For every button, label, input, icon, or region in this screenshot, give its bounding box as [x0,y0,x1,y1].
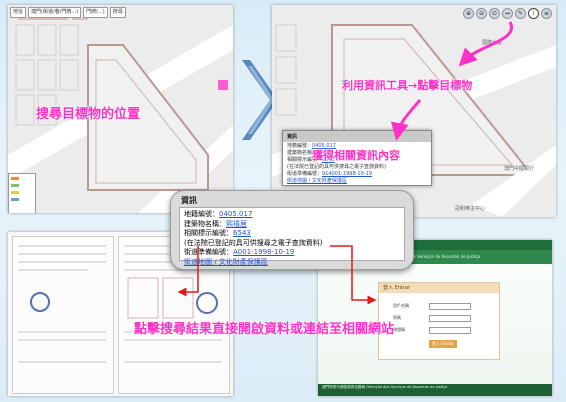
login-box: 登入 Entrar 用戶名稱 密碼 驗證碼 登入 Entrar [378,282,500,360]
info-row: (在法院已登記的具可供搜尋之電子查詢資料) [184,238,323,247]
map-search-pane[interactable]: 地址 澳門(街道/巷/門牌...) 門牌(...) 搜尋 搜尋目標物的位置 [8,5,233,213]
slide-background: 地址 澳門(街道/巷/門牌...) 門牌(...) 搜尋 搜尋目標物的位置 ⊕ … [0,0,566,402]
info-row: 建築物名稱：熙禧居 [184,219,247,228]
info-row: 街道準備編號：A001-1998-10-19 [184,248,295,256]
info-row: 地籍編號：0405.017 [184,210,253,218]
login-button[interactable]: 登入 Entrar [429,340,457,348]
info-tool-icon[interactable]: i [528,8,539,19]
pass-label: 密碼 [393,315,401,320]
street-input[interactable]: 澳門(街道/巷/門牌...) [28,7,82,18]
info-row: (在法院已登記的具可供搜尋之電子查詢資料) [287,164,386,170]
map-link[interactable]: 街道地圖 / 文化財產保護區 [184,258,268,266]
info-row: 街道地圖 / 文化財產保護區 [283,177,431,184]
target-marker[interactable] [218,80,228,90]
info-large-body: 地籍編號：0405.017 建築物名稱：熙禧居 相關標示編號：6543 (在法院… [179,207,405,266]
code-label: 驗證碼 [393,327,405,332]
caption-search: 搜尋目標物的位置 [36,107,141,122]
password-field[interactable] [429,315,471,322]
locate-icon[interactable]: ⊙ [489,8,500,19]
caption-use-tool: 利用資訊工具→點擊目標物 [342,79,473,92]
layers-icon[interactable]: ≡ [541,8,552,19]
map-tools-bar: ⊕ ⊖ ⊙ ↔ ✎ i ≡ [463,8,552,19]
caption-open-result: 點擊搜尋結果直接開啟資料或連結至相關網站 [134,322,395,337]
site-footer: 澳門特別行政區政府法務局 Direcção dos Serviços de As… [318,384,552,396]
info-large-title: 資訊 [181,196,197,205]
zoom-out-icon[interactable]: ⊖ [476,8,487,19]
chevron-right-icon [242,60,274,140]
info-popup-large: 資訊 地籍編號：0405.017 建築物名稱：熙禧居 相關標示編號：6543 (… [170,190,414,270]
map1-toolbar: 地址 澳門(街道/巷/門牌...) 門牌(...) 搜尋 [10,7,126,18]
info-popup-title: 資訊 [283,131,431,142]
mark-link[interactable]: 6543 [233,229,251,237]
number-input[interactable]: 門牌(...) [83,7,108,18]
zoom-in-icon[interactable]: ⊕ [463,8,474,19]
pan-icon[interactable]: ↔ [502,8,513,19]
map-link[interactable]: 街道地圖 / 文化財產保護區 [287,178,347,184]
captcha-field[interactable] [429,327,471,334]
username-field[interactable] [429,303,471,310]
map2-label-tower: 國際大廈 [482,40,503,46]
map-info-pane[interactable]: ⊕ ⊖ ⊙ ↔ ✎ i ≡ 國際大廈 澳門中國銀行 冠和樂主中心 利用資訊工具→… [272,5,556,217]
legend-panel [8,173,36,213]
info-row: 街道準備編號：914001-1998-10-19 [287,171,372,177]
measure-icon[interactable]: ✎ [515,8,526,19]
search-button[interactable]: 搜尋 [109,7,126,18]
info-row: 街道地圖 / 文化財產保護區 [184,258,400,268]
login-title: 登入 Entrar [379,283,499,293]
map2-label-bank: 澳門中國銀行 [504,166,535,172]
info-row: 相關標示編號：6543 [184,229,251,237]
search-type-select[interactable]: 地址 [10,7,27,18]
caption-get-info: 獲得相關資訊內容 [312,149,400,162]
parcel-link[interactable]: 0405.017 [219,210,252,218]
user-label: 用戶名稱 [393,303,409,308]
building-link[interactable]: 熙禧居 [226,220,247,228]
street-plan-link[interactable]: A001-1998-10-19 [233,248,294,256]
map2-label-center: 冠和樂主中心 [455,206,486,212]
